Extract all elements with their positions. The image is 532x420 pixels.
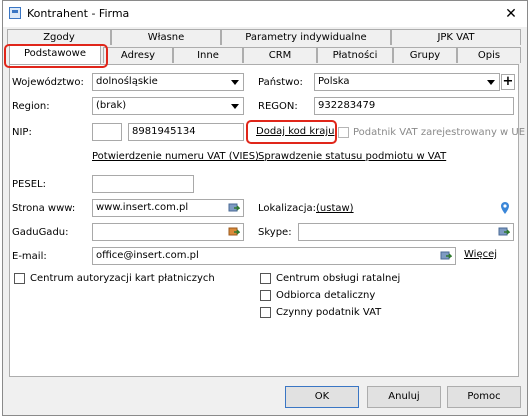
tab-opis[interactable]: Opis bbox=[457, 47, 521, 63]
chevron-down-icon bbox=[231, 104, 239, 109]
skype-label: Skype: bbox=[258, 227, 292, 238]
odbiorca-detaliczny-checkbox[interactable] bbox=[260, 290, 271, 301]
panstwo-select[interactable]: Polska bbox=[314, 73, 500, 91]
panstwo-label: Państwo: bbox=[258, 77, 303, 88]
anuluj-button[interactable]: Anuluj bbox=[367, 386, 441, 408]
title-bar: Kontrahent - Firma ✕ bbox=[3, 1, 527, 27]
region-label: Region: bbox=[12, 101, 50, 112]
wojewodztwo-label: Województwo: bbox=[12, 77, 84, 88]
chevron-down-icon bbox=[487, 80, 495, 85]
strona-www-label: Strona www: bbox=[12, 203, 76, 214]
tab-wlasne[interactable]: Własne bbox=[111, 29, 221, 45]
podatnik-vat-ue-checkbox[interactable] bbox=[338, 127, 349, 138]
nip-label: NIP: bbox=[12, 127, 32, 138]
odbiorca-detaliczny-label: Odbiorca detaliczny bbox=[276, 290, 376, 301]
centrum-ratalnej-label: Centrum obsługi ratalnej bbox=[276, 273, 401, 284]
panstwo-value: Polska bbox=[318, 76, 350, 87]
strona-www-input[interactable]: www.insert.com.pl bbox=[92, 199, 244, 217]
chevron-down-icon bbox=[231, 80, 239, 85]
strona-www-value: www.insert.com.pl bbox=[96, 202, 189, 213]
podatnik-vat-ue-label: Podatnik VAT zarejestrowany w UE bbox=[353, 127, 526, 138]
ok-button[interactable]: OK bbox=[285, 386, 359, 408]
tab-zgody[interactable]: Zgody bbox=[7, 29, 111, 45]
pesel-input[interactable] bbox=[92, 175, 194, 193]
lokalizacja-label: Lokalizacja: bbox=[258, 203, 316, 214]
centrum-kart-checkbox[interactable] bbox=[14, 273, 25, 284]
tab-adresy[interactable]: Adresy bbox=[103, 47, 173, 63]
sprawdzenie-statusu-vat-link[interactable]: Sprawdzenie statusu podmiotu w VAT bbox=[258, 151, 446, 162]
czynny-podatnik-vat-label: Czynny podatnik VAT bbox=[276, 307, 382, 318]
centrum-ratalnej-checkbox[interactable] bbox=[260, 273, 271, 284]
tab-crm[interactable]: CRM bbox=[243, 47, 317, 63]
email-label: E-mail: bbox=[12, 251, 47, 262]
region-select[interactable]: (brak) bbox=[92, 97, 244, 115]
tab-platnosci[interactable]: Płatności bbox=[317, 47, 393, 63]
czynny-podatnik-vat-checkbox[interactable] bbox=[260, 307, 271, 318]
tab-jpk-vat[interactable]: JPK VAT bbox=[391, 29, 521, 45]
gadugadu-input[interactable] bbox=[92, 223, 244, 241]
tab-podstawowe[interactable]: Podstawowe bbox=[9, 45, 101, 64]
email-input[interactable]: office@insert.com.pl bbox=[92, 247, 456, 265]
wojewodztwo-value: dolnośląskie bbox=[96, 76, 158, 87]
map-pin-icon[interactable] bbox=[500, 201, 510, 215]
skype-input[interactable] bbox=[298, 223, 514, 241]
wojewodztwo-select[interactable]: dolnośląskie bbox=[92, 73, 244, 91]
nip-prefix-input[interactable] bbox=[92, 123, 122, 141]
pomoc-button[interactable]: Pomoc bbox=[447, 386, 521, 408]
regon-input[interactable]: 932283479 bbox=[314, 97, 514, 115]
pesel-label: PESEL: bbox=[12, 179, 46, 190]
dialog-window: Kontrahent - Firma ✕ Zgody Własne Parame… bbox=[2, 0, 528, 416]
potwierdzenie-vat-link[interactable]: Potwierdzenie numeru VAT (VIES) bbox=[92, 151, 259, 162]
close-button[interactable]: ✕ bbox=[501, 4, 521, 24]
nip-input[interactable]: 8981945134 bbox=[128, 123, 244, 141]
regon-label: REGON: bbox=[258, 101, 298, 112]
email-value: office@insert.com.pl bbox=[96, 250, 199, 261]
open-skype-icon[interactable] bbox=[498, 226, 510, 238]
tab-parametry-indywidualne[interactable]: Parametry indywidualne bbox=[221, 29, 391, 45]
open-browser-icon[interactable] bbox=[228, 202, 240, 214]
app-icon bbox=[9, 7, 21, 19]
send-email-icon[interactable] bbox=[440, 250, 452, 262]
centrum-kart-label: Centrum autoryzacji kart płatniczych bbox=[30, 273, 215, 284]
tab-panel-podstawowe: Województwo: dolnośląskie Państwo: Polsk… bbox=[9, 64, 525, 377]
wiecej-link[interactable]: Więcej bbox=[464, 249, 497, 260]
gadugadu-label: GaduGadu: bbox=[12, 227, 69, 238]
dodaj-kod-kraju-link[interactable]: Dodaj kod kraju bbox=[256, 126, 334, 137]
tab-grupy[interactable]: Grupy bbox=[393, 47, 457, 63]
region-value: (brak) bbox=[96, 100, 127, 111]
open-gadugadu-icon[interactable] bbox=[228, 226, 240, 238]
tab-inne[interactable]: Inne bbox=[173, 47, 243, 63]
window-title: Kontrahent - Firma bbox=[27, 7, 130, 20]
ustaw-lokalizacje-link[interactable]: (ustaw) bbox=[316, 203, 354, 214]
add-country-button[interactable]: + bbox=[501, 74, 515, 90]
